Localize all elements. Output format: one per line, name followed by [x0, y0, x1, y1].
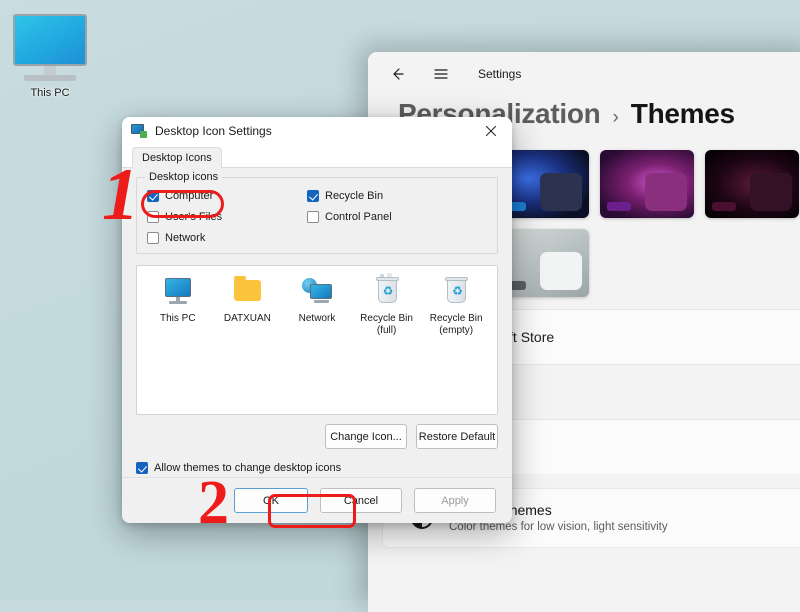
- breadcrumb-themes: Themes: [631, 98, 735, 130]
- ok-button[interactable]: OK: [234, 488, 308, 513]
- change-icon-button[interactable]: Change Icon...: [325, 424, 407, 449]
- folder-icon: [230, 278, 264, 308]
- preview-datxuan[interactable]: DATXUAN: [213, 278, 283, 414]
- dialog-footer: OK Cancel Apply: [122, 477, 512, 523]
- desktop-icon-settings-dialog: Desktop Icon Settings Desktop Icons Desk…: [122, 117, 512, 523]
- tab-desktop-icons[interactable]: Desktop Icons: [132, 147, 222, 168]
- checkbox-allow-themes-box[interactable]: [136, 462, 148, 474]
- preview-recycle-bin-empty-line2: (empty): [439, 325, 473, 336]
- theme-thumbnail[interactable]: [600, 150, 694, 218]
- checkbox-recycle-bin-box[interactable]: [307, 190, 319, 202]
- checkbox-network-label: Network: [165, 232, 205, 244]
- checkbox-computer-box[interactable]: [147, 190, 159, 202]
- checkbox-control-panel[interactable]: Control Panel: [307, 211, 487, 223]
- checkbox-users-files[interactable]: User's Files: [147, 211, 307, 223]
- checkbox-users-files-box[interactable]: [147, 211, 159, 223]
- dialog-tabstrip: Desktop Icons: [122, 145, 512, 168]
- preview-network[interactable]: Network: [282, 278, 352, 414]
- recycle-bin-full-icon: ♻: [370, 278, 404, 308]
- close-icon[interactable]: [470, 117, 512, 145]
- checkbox-allow-themes-label: Allow themes to change desktop icons: [154, 462, 341, 474]
- back-arrow-icon[interactable]: [384, 61, 410, 87]
- desktop-icon-settings-icon: [131, 124, 147, 138]
- theme-thumbnail[interactable]: [705, 150, 799, 218]
- hamburger-menu-icon[interactable]: [428, 61, 454, 87]
- checkbox-network-box[interactable]: [147, 232, 159, 244]
- desktop-icon-this-pc[interactable]: This PC: [8, 14, 92, 99]
- preview-recycle-bin-full-line2: (full): [377, 325, 396, 336]
- desktop-icons-group: Desktop icons Computer Recycle Bin User'…: [136, 177, 498, 254]
- breadcrumb-separator-icon: ›: [612, 107, 618, 129]
- computer-icon: [161, 278, 195, 308]
- preview-recycle-bin-full[interactable]: ♻ Recycle Bin (full): [352, 278, 422, 414]
- preview-this-pc-label: This PC: [160, 313, 196, 325]
- checkbox-computer-label: Computer: [165, 190, 213, 202]
- preview-this-pc[interactable]: This PC: [143, 278, 213, 414]
- checkbox-users-files-label: User's Files: [165, 211, 222, 223]
- icon-action-buttons: Change Icon... Restore Default: [136, 424, 498, 449]
- recycle-bin-empty-icon: ♻: [439, 278, 473, 308]
- checkbox-recycle-bin[interactable]: Recycle Bin: [307, 190, 487, 202]
- checkbox-allow-themes[interactable]: Allow themes to change desktop icons: [136, 462, 498, 474]
- preview-recycle-bin-empty[interactable]: ♻ Recycle Bin (empty): [421, 278, 491, 414]
- dialog-titlebar: Desktop Icon Settings: [122, 117, 512, 145]
- preview-recycle-bin-full-line1: Recycle Bin: [360, 313, 413, 324]
- apply-button: Apply: [414, 488, 496, 513]
- monitor-icon: [13, 14, 87, 81]
- settings-app-title: Settings: [478, 67, 521, 81]
- restore-default-button[interactable]: Restore Default: [416, 424, 498, 449]
- tab-desktop-icons-label: Desktop Icons: [142, 152, 212, 164]
- desktop-icon-label: This PC: [30, 87, 69, 99]
- icon-preview-panel[interactable]: This PC DATXUAN Network ♻ Recycle Bin: [136, 265, 498, 415]
- checkbox-network[interactable]: Network: [147, 232, 307, 244]
- desktop-icons-group-legend: Desktop icons: [145, 171, 222, 183]
- checkbox-recycle-bin-label: Recycle Bin: [325, 190, 383, 202]
- preview-network-label: Network: [299, 313, 336, 325]
- network-icon: [300, 278, 334, 308]
- checkbox-computer[interactable]: Computer: [147, 190, 307, 202]
- dialog-content: Desktop icons Computer Recycle Bin User'…: [122, 168, 512, 523]
- preview-datxuan-label: DATXUAN: [224, 313, 271, 325]
- cancel-button[interactable]: Cancel: [320, 488, 402, 513]
- settings-titlebar: Settings: [368, 52, 800, 96]
- checkbox-control-panel-label: Control Panel: [325, 211, 392, 223]
- dialog-title: Desktop Icon Settings: [155, 124, 272, 138]
- preview-recycle-bin-empty-line1: Recycle Bin: [430, 313, 483, 324]
- checkbox-control-panel-box[interactable]: [307, 211, 319, 223]
